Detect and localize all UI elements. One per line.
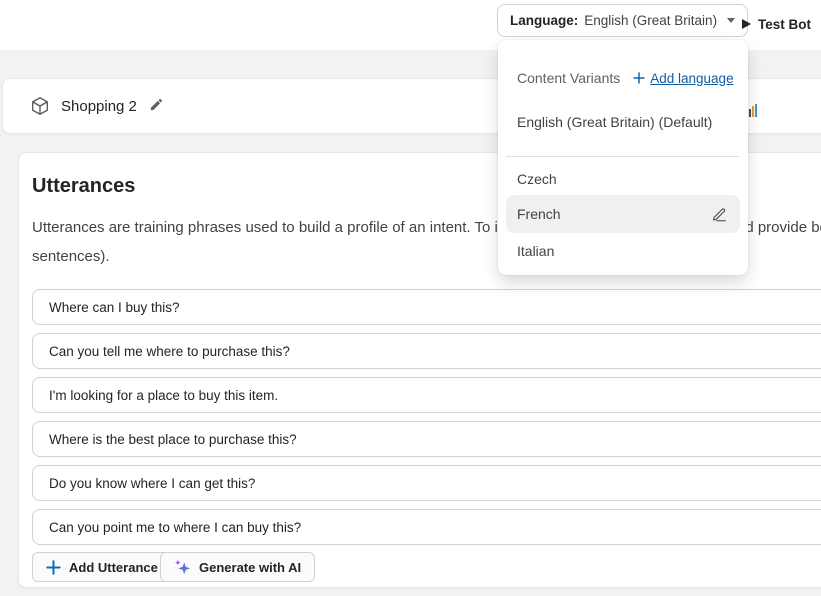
utterance-input[interactable] [32,509,821,545]
add-language-label: Add language [650,71,733,86]
app: Language: English (Great Britain) Test B… [0,0,821,596]
menu-item-default-language[interactable]: English (Great Britain) (Default) [517,114,712,130]
plus-icon [46,560,61,575]
menu-item-czech[interactable]: Czech [517,171,557,187]
generate-with-ai-button[interactable]: Generate with AI [160,552,315,582]
menu-divider [506,156,739,157]
section-description-line1: Utterances are training phrases used to … [32,219,573,236]
utterance-input[interactable] [32,465,821,501]
language-label: Language: [510,13,578,28]
add-language-link[interactable]: Add language [633,71,733,86]
intent-cube-icon [29,95,51,122]
language-dropdown-button[interactable]: Language: English (Great Britain) [497,4,748,37]
section-heading: Utterances [32,175,135,198]
ai-sparkle-icon [174,559,191,576]
content-variants-title: Content Variants [517,70,620,86]
add-utterance-button[interactable]: Add Utterance [32,552,172,582]
section-description-fragment: ld provide be [742,219,821,236]
menu-item-french[interactable]: French [506,195,740,233]
generate-with-ai-label: Generate with AI [199,560,301,575]
play-icon [742,19,751,29]
plus-icon [633,72,645,84]
utterance-input[interactable] [32,333,821,369]
language-menu-header: Content Variants Add language [517,70,734,86]
edit-title-icon[interactable] [149,97,164,115]
utterance-input[interactable] [32,421,821,457]
language-menu: Content Variants Add language English (G… [498,40,748,275]
test-bot-label: Test Bot [758,17,811,32]
menu-item-italian[interactable]: Italian [517,243,554,259]
language-value: English (Great Britain) [584,13,717,28]
page-title: Shopping 2 [61,98,137,115]
menu-item-french-label: French [517,206,561,222]
add-utterance-label: Add Utterance [69,560,158,575]
chevron-down-icon [727,18,735,23]
utterance-input[interactable] [32,289,821,325]
edit-language-icon[interactable] [710,205,728,223]
section-description-line2: sentences). [32,248,110,265]
utterance-input[interactable] [32,377,821,413]
test-bot-button[interactable]: Test Bot [742,13,811,35]
occluded-element-fragment [749,104,757,117]
